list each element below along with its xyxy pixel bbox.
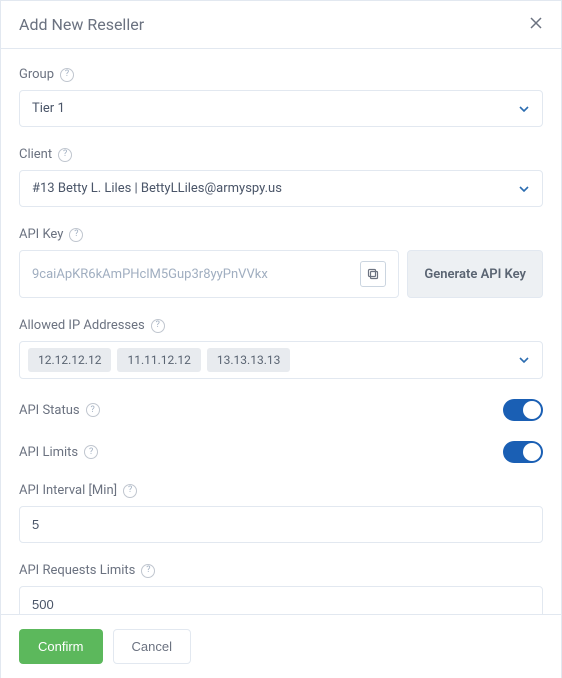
api-interval-label: API Interval [Min] [19,483,117,498]
api-key-field: API Key ? 9caiApKR6kAmPHclM5Gup3r8yyPnVV… [19,227,543,298]
modal-header: Add New Reseller [1,1,561,49]
api-limits-label: API Limits [19,445,78,460]
group-select[interactable]: Tier 1 [19,90,543,127]
help-icon[interactable]: ? [123,484,137,498]
allowed-ips-label: Allowed IP Addresses [19,318,145,333]
help-icon[interactable]: ? [58,148,72,162]
group-label-row: Group ? [19,67,543,82]
confirm-button[interactable]: Confirm [19,629,103,664]
api-status-toggle[interactable] [503,399,543,421]
api-limits-toggle[interactable] [503,441,543,463]
api-requests-label-row: API Requests Limits ? [19,563,543,578]
close-icon[interactable] [529,16,543,34]
api-requests-input[interactable] [19,586,543,614]
api-key-input[interactable]: 9caiApKR6kAmPHclM5Gup3r8yyPnVVkx [19,250,399,298]
help-icon[interactable]: ? [69,228,83,242]
api-key-label-row: API Key ? [19,227,543,242]
client-field: Client ? #13 Betty L. Liles | BettyLLile… [19,147,543,207]
api-status-row: API Status ? [19,399,543,421]
group-field: Group ? Tier 1 [19,67,543,127]
help-icon[interactable]: ? [86,403,100,417]
allowed-ips-input[interactable]: 12.12.12.12 11.11.12.12 13.13.13.13 [19,341,543,379]
chevron-down-icon [518,183,530,195]
group-label: Group [19,67,54,82]
api-interval-label-row: API Interval [Min] ? [19,483,543,498]
client-value: #13 Betty L. Liles | BettyLLiles@armyspy… [32,181,282,196]
api-limits-label-row: API Limits ? [19,445,98,460]
ip-tag[interactable]: 11.11.12.12 [117,348,200,372]
chevron-down-icon [518,103,530,115]
allowed-ips-label-row: Allowed IP Addresses ? [19,318,543,333]
add-reseller-modal: Add New Reseller Group ? Tier 1 Client ? [0,0,562,678]
api-key-placeholder: 9caiApKR6kAmPHclM5Gup3r8yyPnVVkx [32,267,268,282]
help-icon[interactable]: ? [151,319,165,333]
api-status-label-row: API Status ? [19,403,100,418]
group-value: Tier 1 [32,101,65,116]
api-status-label: API Status [19,403,80,418]
client-label-row: Client ? [19,147,543,162]
api-requests-field: API Requests Limits ? [19,563,543,614]
client-select[interactable]: #13 Betty L. Liles | BettyLLiles@armyspy… [19,170,543,207]
chevron-down-icon[interactable] [518,354,534,366]
api-interval-field: API Interval [Min] ? [19,483,543,543]
modal-body: Group ? Tier 1 Client ? #13 Betty L. Lil… [1,49,561,614]
modal-title: Add New Reseller [19,15,144,34]
help-icon[interactable]: ? [60,68,74,82]
api-interval-input[interactable] [19,506,543,543]
help-icon[interactable]: ? [141,564,155,578]
client-label: Client [19,147,52,162]
api-key-row: 9caiApKR6kAmPHclM5Gup3r8yyPnVVkx Generat… [19,250,543,298]
copy-icon[interactable] [360,261,386,287]
allowed-ips-field: Allowed IP Addresses ? 12.12.12.12 11.11… [19,318,543,379]
cancel-button[interactable]: Cancel [113,629,191,664]
ip-tag[interactable]: 13.13.13.13 [207,348,290,372]
help-icon[interactable]: ? [84,445,98,459]
api-limits-row: API Limits ? [19,441,543,463]
modal-footer: Confirm Cancel [1,614,561,678]
api-key-label: API Key [19,227,63,242]
api-requests-label: API Requests Limits [19,563,135,578]
ip-tag[interactable]: 12.12.12.12 [28,348,111,372]
generate-api-key-button[interactable]: Generate API Key [407,250,543,298]
